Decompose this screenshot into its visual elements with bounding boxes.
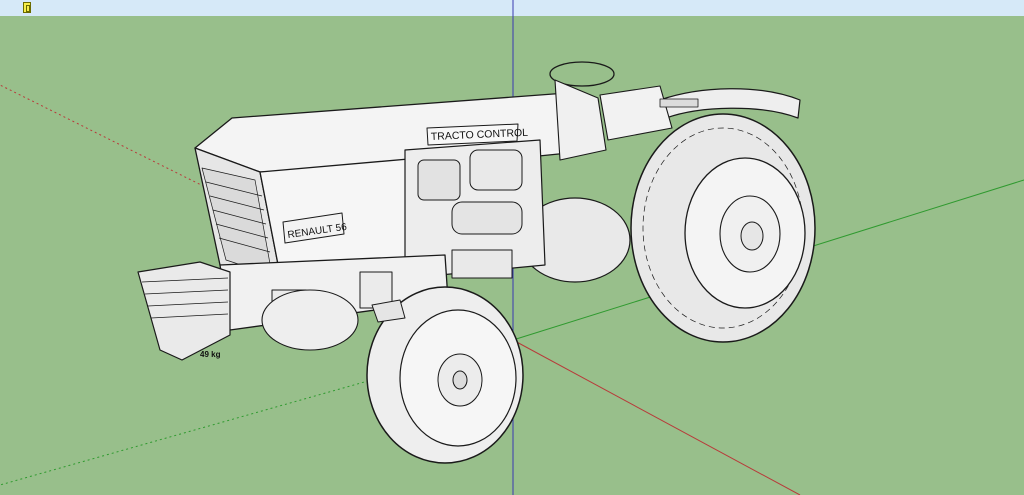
model-handle-icon[interactable] xyxy=(23,2,31,13)
cab-column xyxy=(554,79,607,161)
sketchup-viewport[interactable]: TRACTO CONTROL RENAULT 56 49 kg xyxy=(0,0,1024,495)
red-axis-solid xyxy=(512,339,801,495)
engine-starter xyxy=(451,201,523,235)
scene-canvas[interactable]: TRACTO CONTROL RENAULT 56 49 kg xyxy=(0,0,1024,495)
fender-badge-plate xyxy=(659,98,699,108)
tractor-model[interactable]: TRACTO CONTROL RENAULT 56 49 kg xyxy=(137,61,816,464)
seat xyxy=(599,85,673,141)
engine-side-plate xyxy=(451,249,513,279)
rear-right-wheel[interactable] xyxy=(630,113,816,343)
front-left-wheel[interactable] xyxy=(261,289,359,351)
front-weights xyxy=(137,261,231,361)
engine-air-filter xyxy=(417,159,461,201)
weight-label: 49 kg xyxy=(200,350,221,359)
engine-alternator xyxy=(469,149,523,191)
